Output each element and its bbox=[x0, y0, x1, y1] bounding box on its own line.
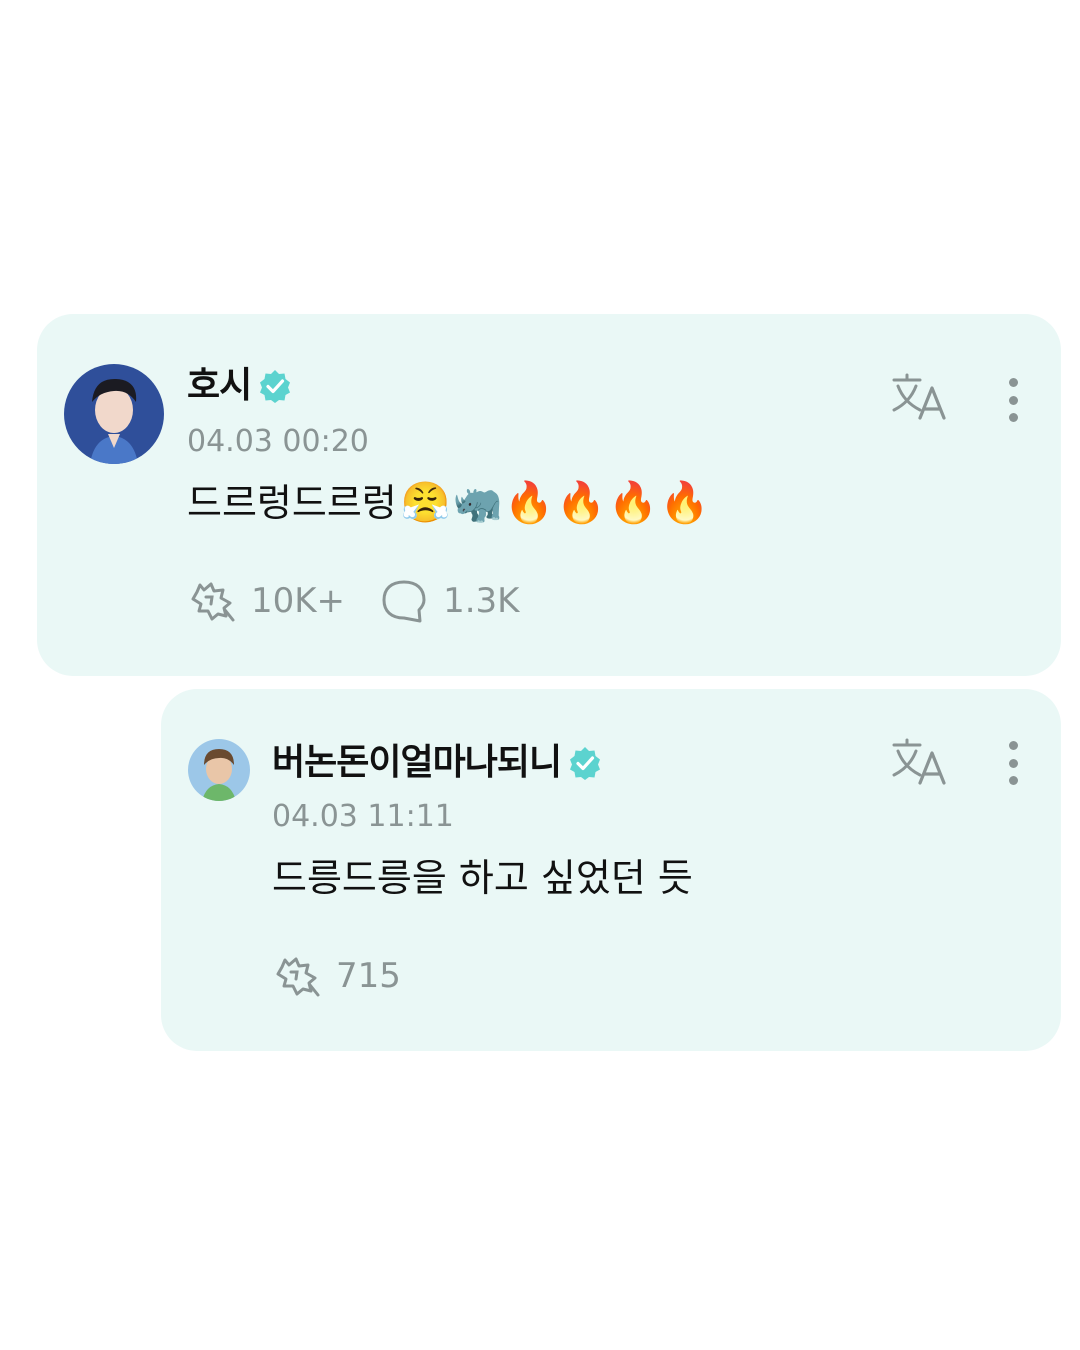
cheers-icon bbox=[272, 953, 322, 999]
reply-card[interactable]: 버논돈이얼마나되니 04.03 11:11 드릉드릉을 하고 싶었던 듯 715 bbox=[161, 689, 1061, 1051]
cheers-count: 715 bbox=[336, 956, 401, 996]
translate-icon bbox=[892, 373, 946, 420]
reply-body: 드릉드릉을 하고 싶었던 듯 bbox=[272, 853, 693, 903]
comment-bubble-icon bbox=[379, 578, 429, 624]
post-text: 드르렁드르렁 bbox=[187, 481, 397, 525]
author-row: 버논돈이얼마나되니 bbox=[272, 741, 603, 785]
avatar[interactable] bbox=[188, 739, 250, 801]
comments-count: 1.3K bbox=[443, 581, 520, 621]
cheers-button[interactable]: 715 bbox=[272, 953, 401, 999]
cheers-button[interactable]: 10K+ bbox=[187, 578, 345, 624]
post-body: 드르렁드르렁 😤🦏🔥🔥🔥🔥 bbox=[187, 478, 712, 528]
cheers-count: 10K+ bbox=[251, 581, 346, 621]
more-vertical-icon-dot bbox=[1008, 758, 1018, 768]
author-row: 호시 bbox=[187, 364, 293, 408]
more-vertical-icon-dot bbox=[1008, 776, 1018, 785]
translate-button[interactable] bbox=[890, 737, 950, 787]
reply-stats: 715 bbox=[272, 953, 435, 999]
verified-badge-icon bbox=[257, 368, 293, 404]
avatar-image bbox=[188, 739, 250, 801]
cheers-icon bbox=[187, 578, 237, 624]
reply-text: 드릉드릉을 하고 싶었던 듯 bbox=[272, 856, 693, 900]
more-vertical-icon-dot bbox=[1008, 413, 1018, 422]
post-card[interactable]: 호시 04.03 00:20 드르렁드르렁 😤🦏🔥🔥🔥🔥 10K+ 1.3K bbox=[37, 314, 1061, 676]
reply-timestamp: 04.03 11:11 bbox=[272, 799, 454, 834]
translate-button[interactable] bbox=[890, 372, 950, 422]
more-options-button[interactable] bbox=[998, 737, 1028, 789]
comments-button[interactable]: 1.3K bbox=[379, 578, 519, 624]
author-name[interactable]: 버논돈이얼마나되니 bbox=[272, 741, 562, 785]
avatar-image bbox=[64, 364, 164, 464]
more-vertical-icon-dot bbox=[1008, 741, 1018, 750]
post-stats: 10K+ 1.3K bbox=[187, 578, 553, 624]
author-name[interactable]: 호시 bbox=[187, 364, 252, 408]
avatar[interactable] bbox=[64, 364, 164, 464]
post-timestamp: 04.03 00:20 bbox=[187, 424, 369, 459]
more-options-button[interactable] bbox=[998, 374, 1028, 426]
verified-badge-icon bbox=[567, 745, 603, 781]
translate-icon bbox=[892, 738, 946, 785]
more-vertical-icon-dot bbox=[1008, 395, 1018, 405]
post-emojis: 😤🦏🔥🔥🔥🔥 bbox=[400, 480, 712, 526]
page: 호시 04.03 00:20 드르렁드르렁 😤🦏🔥🔥🔥🔥 10K+ 1.3K 버… bbox=[0, 0, 1080, 1350]
more-vertical-icon-dot bbox=[1008, 378, 1018, 387]
